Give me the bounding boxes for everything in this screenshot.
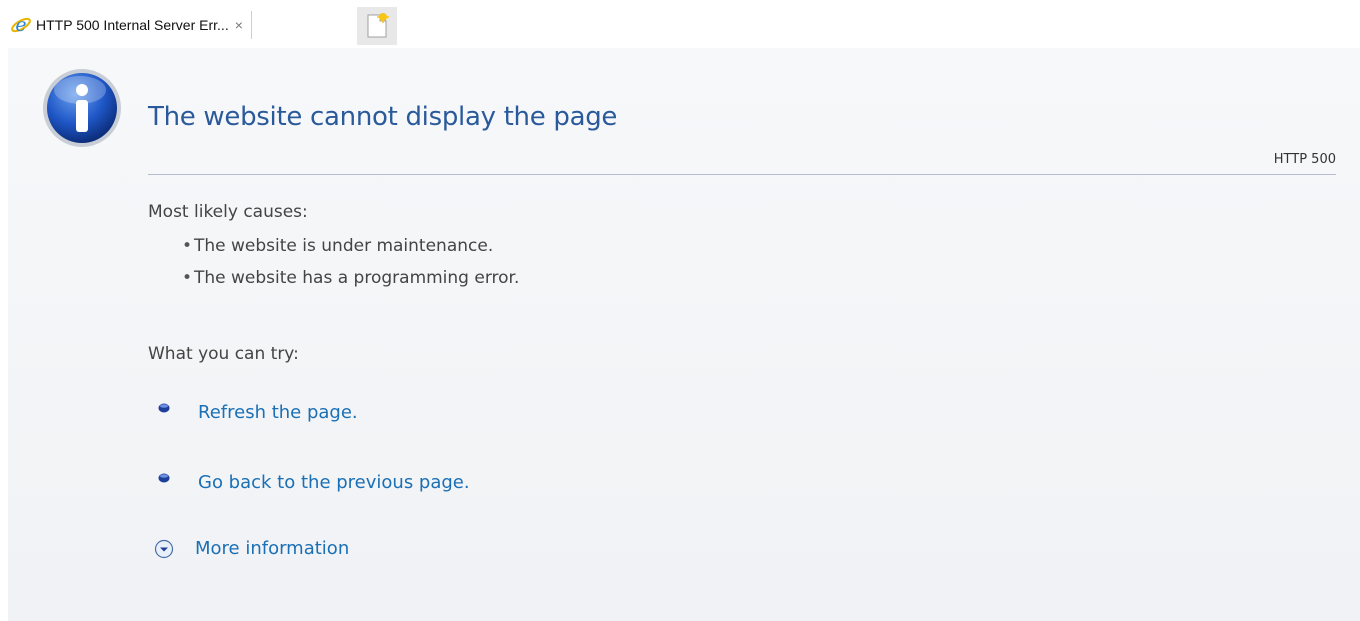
new-tab-button[interactable] <box>357 7 397 45</box>
tab-divider <box>250 11 252 39</box>
browser-tab[interactable]: e HTTP 500 Internal Server Err... × <box>10 11 252 39</box>
more-information-label[interactable]: More information <box>195 538 349 559</box>
cause-text: The website has a programming error. <box>194 268 520 288</box>
go-back-link-label[interactable]: Go back to the previous page. <box>198 472 470 493</box>
causes-heading: Most likely causes: <box>148 202 308 222</box>
tab-title: HTTP 500 Internal Server Err... <box>36 17 229 33</box>
title-divider <box>148 174 1336 175</box>
chevron-down-circle-icon <box>154 539 174 558</box>
more-information-toggle[interactable]: More information <box>154 538 349 559</box>
refresh-link[interactable]: Refresh the page. <box>158 402 358 423</box>
new-tab-icon <box>367 13 389 38</box>
info-icon <box>40 66 124 150</box>
blue-bullet-icon <box>158 473 170 482</box>
page-title: The website cannot display the page <box>148 102 618 132</box>
cause-text: The website is under maintenance. <box>194 236 494 256</box>
http-status-code: HTTP 500 <box>1273 152 1336 167</box>
go-back-link[interactable]: Go back to the previous page. <box>158 472 470 493</box>
error-page: The website cannot display the page HTTP… <box>8 48 1360 621</box>
svg-text:e: e <box>15 14 26 36</box>
refresh-link-label[interactable]: Refresh the page. <box>198 402 358 423</box>
close-icon[interactable]: × <box>235 17 243 33</box>
list-item: • The website is under maintenance. <box>182 236 494 256</box>
list-item: • The website has a programming error. <box>182 268 520 288</box>
try-heading: What you can try: <box>148 344 299 364</box>
tab-bar: e HTTP 500 Internal Server Err... × <box>0 0 1360 48</box>
internet-explorer-icon: e <box>10 14 32 36</box>
causes-list: • The website is under maintenance. • The … <box>182 234 520 298</box>
blue-bullet-icon <box>158 403 170 412</box>
